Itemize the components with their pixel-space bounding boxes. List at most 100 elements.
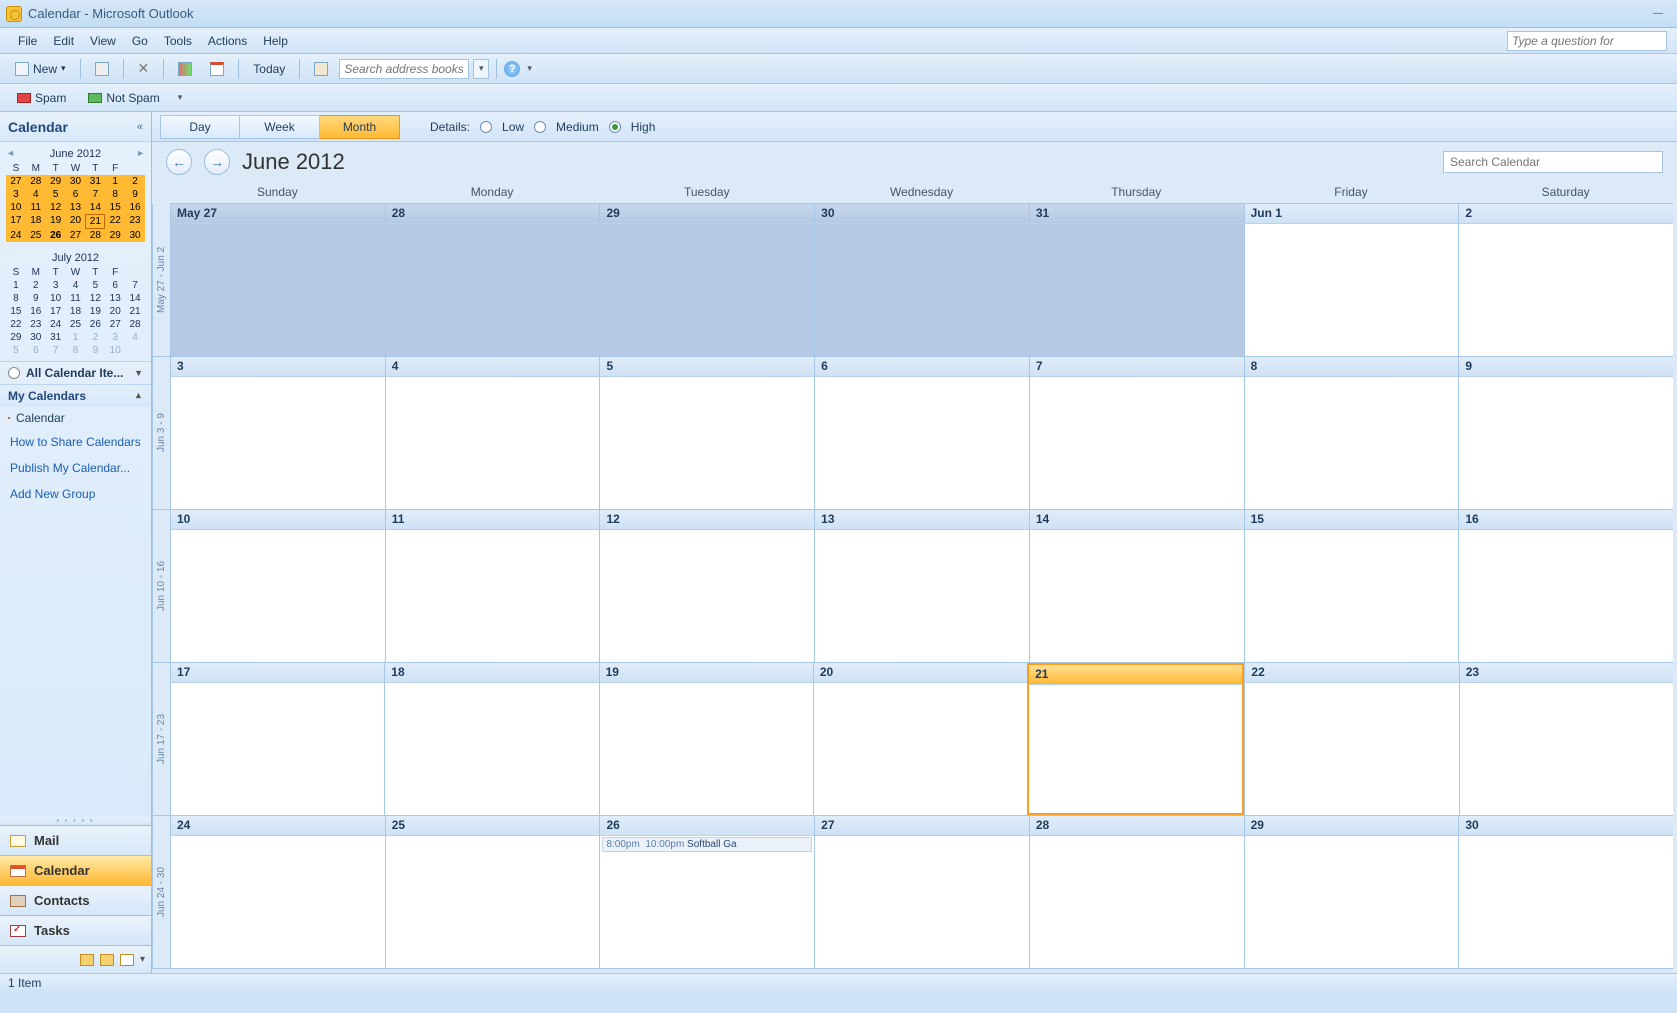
week-gutter[interactable]: Jun 10 - 16 [152,510,170,662]
day-cell[interactable]: 23 [1459,663,1673,815]
mini-cal-day[interactable]: 8 [66,344,86,357]
mini-cal-day[interactable]: 9 [85,344,105,357]
mini-cal-day[interactable]: 15 [105,201,125,214]
mini-cal-day[interactable]: 9 [26,292,46,305]
day-cell-header[interactable]: 30 [1459,816,1673,836]
day-cell-header[interactable]: 6 [815,357,1029,377]
mini-cal-day[interactable]: 10 [46,292,66,305]
mini-cal-day[interactable]: 21 [85,214,105,229]
mini-cal-day[interactable]: 9 [125,188,145,201]
day-cell-header[interactable]: 20 [814,663,1027,683]
spam-button[interactable]: Spam [10,88,73,108]
week-gutter[interactable]: Jun 17 - 23 [152,663,170,815]
address-book-button[interactable] [307,59,335,79]
mini-cal-day[interactable]: 12 [85,292,105,305]
day-cell[interactable]: 17 [170,663,384,815]
mini-cal-day[interactable]: 7 [46,344,66,357]
calendar-item[interactable]: Calendar [0,407,151,429]
mini-cal-day[interactable]: 4 [125,331,145,344]
view-day-tab[interactable]: Day [160,115,240,139]
mini-cal-day[interactable]: 15 [6,305,26,318]
mini-cal-day[interactable]: 18 [26,214,46,229]
minimize-button[interactable]: — [1645,6,1671,22]
day-cell-header[interactable]: 5 [600,357,814,377]
day-cell[interactable]: 7 [1029,357,1244,509]
share-calendars-link[interactable]: How to Share Calendars [0,429,151,455]
mini-cal-day[interactable]: 29 [105,229,125,242]
calendar-button[interactable] [203,59,231,79]
mini-cal-day[interactable]: 25 [66,318,86,331]
day-cell-header[interactable]: 22 [1245,663,1458,683]
day-cell-header[interactable]: 14 [1030,510,1244,530]
mini-cal-day[interactable]: 16 [125,201,145,214]
day-cell[interactable]: 22 [1244,663,1458,815]
mini-cal-day[interactable]: 1 [6,279,26,292]
categorize-button[interactable] [171,59,199,79]
not-spam-button[interactable]: Not Spam [81,88,166,108]
day-cell[interactable]: 28 [1029,816,1244,968]
menu-go[interactable]: Go [124,30,156,52]
mini-cal-day[interactable]: 5 [6,344,26,357]
day-cell[interactable]: 2 [1458,204,1673,356]
mini-cal-day[interactable]: 20 [66,214,86,229]
spam-overflow[interactable]: ▾ [175,92,186,103]
day-cell[interactable]: 268:00pm 10:00pm Softball Ga [599,816,814,968]
search-address-dropdown[interactable]: ▾ [473,59,489,79]
mini-cal-day[interactable]: 26 [85,318,105,331]
mini-cal-day[interactable]: 7 [85,188,105,201]
mini-cal-day[interactable]: 21 [125,305,145,318]
day-cell[interactable]: 25 [385,816,600,968]
mini-cal-day[interactable]: 3 [105,331,125,344]
day-cell[interactable]: 13 [814,510,1029,662]
menu-file[interactable]: File [10,30,45,52]
mini-cal-day[interactable]: 12 [46,201,66,214]
mini-cal-day[interactable]: 30 [26,331,46,344]
mini-cal-day[interactable]: 30 [66,175,86,188]
print-button[interactable] [88,59,116,79]
day-cell-header[interactable]: 15 [1245,510,1459,530]
detail-medium-radio[interactable] [534,121,546,133]
mini-cal-day[interactable]: 10 [6,201,26,214]
next-month-button[interactable]: → [204,149,230,175]
day-cell-header[interactable]: 28 [1030,816,1244,836]
folder-icon-2[interactable] [100,954,114,966]
sidebar-splitter[interactable]: • • • • • [0,817,151,825]
mini-cal-day[interactable]: 2 [125,175,145,188]
day-cell-header[interactable]: 31 [1030,204,1244,224]
nav-calendar[interactable]: Calendar [0,855,151,885]
day-cell-header[interactable]: 13 [815,510,1029,530]
day-cell-header[interactable]: 29 [1245,816,1459,836]
day-cell[interactable]: 6 [814,357,1029,509]
day-cell-header[interactable]: 17 [171,663,384,683]
mini-cal-day[interactable]: 22 [6,318,26,331]
mini-cal-day[interactable]: 2 [26,279,46,292]
mini-cal-day[interactable]: 18 [66,305,86,318]
mini-cal-day[interactable]: 16 [26,305,46,318]
day-cell-header[interactable]: 12 [600,510,814,530]
day-cell[interactable]: 29 [1244,816,1459,968]
nav-contacts[interactable]: Contacts [0,885,151,915]
mini-calendar-july[interactable]: July 2012 SMTWTF123456789101112131415161… [0,246,151,361]
mini-cal-day[interactable]: 8 [105,188,125,201]
day-cell[interactable]: 21 [1027,663,1244,815]
menu-view[interactable]: View [82,30,124,52]
day-cell-header[interactable]: 9 [1459,357,1673,377]
mini-cal-day[interactable]: 8 [6,292,26,305]
day-cell[interactable]: 5 [599,357,814,509]
mini-cal-day[interactable]: 30 [125,229,145,242]
mini-cal-day[interactable]: 1 [105,175,125,188]
mini-cal-day[interactable]: 23 [26,318,46,331]
prev-month-button[interactable]: ← [166,149,192,175]
mini-cal-day[interactable]: 13 [66,201,86,214]
mini-cal-next[interactable]: ► [136,148,145,158]
mini-cal-day[interactable]: 10 [105,344,125,357]
mini-cal-day[interactable]: 14 [85,201,105,214]
day-cell[interactable]: 31 [1029,204,1244,356]
day-cell-header[interactable]: 2 [1459,204,1673,224]
day-cell[interactable]: 24 [170,816,385,968]
day-cell-header[interactable]: 26 [600,816,814,836]
menu-edit[interactable]: Edit [45,30,82,52]
detail-high-radio[interactable] [609,121,621,133]
mini-cal-day[interactable]: 1 [66,331,86,344]
nav-configure[interactable]: ▾ [140,954,145,966]
